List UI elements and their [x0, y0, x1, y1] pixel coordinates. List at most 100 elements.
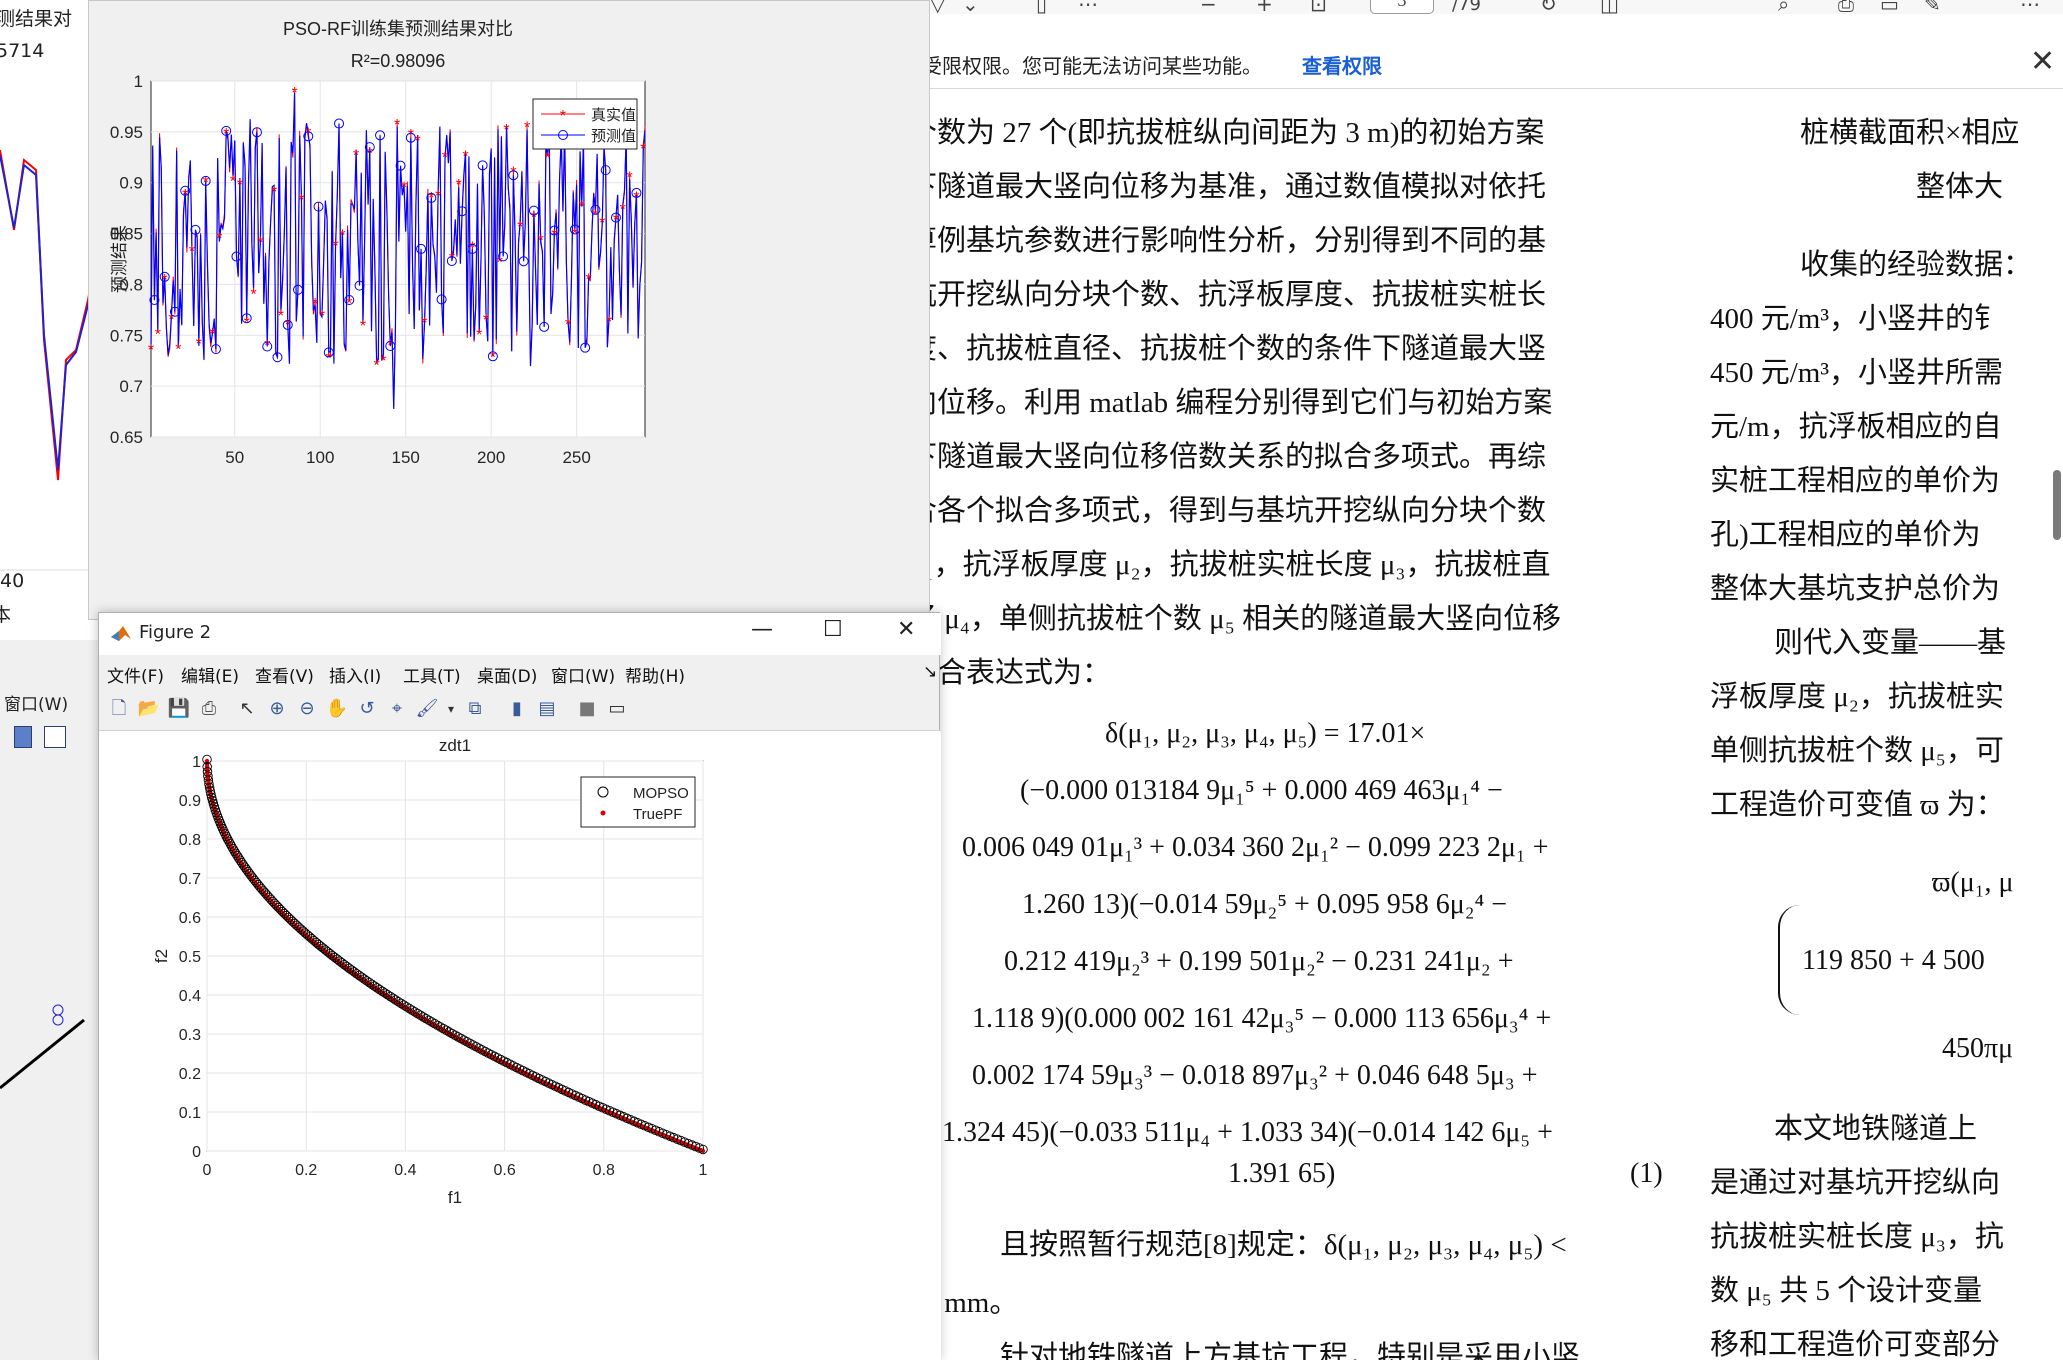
- x-tick-label: 0.2: [295, 1162, 317, 1179]
- view-permissions-link[interactable]: 查看权限: [1302, 50, 1382, 79]
- actual-marker: *: [312, 296, 318, 313]
- save-icon[interactable]: 💾: [167, 697, 191, 721]
- background-figure-window: 测结果对 5714 40 本 窗口(W): [0, 0, 100, 1360]
- equation-line: 450πμ: [1942, 1033, 2014, 1064]
- close-button[interactable]: ✕: [897, 617, 915, 642]
- actual-marker: *: [476, 327, 482, 344]
- legend-marker-truepf: [600, 810, 606, 816]
- x-tick-label: 0.6: [493, 1162, 515, 1179]
- chart-title: PSO-RF训练集预测结果对比: [283, 19, 513, 39]
- print-icon[interactable]: ⎙: [197, 697, 221, 721]
- legend-icon[interactable]: [44, 726, 66, 748]
- colorbar-icon[interactable]: [14, 726, 32, 748]
- data-cursor-icon[interactable]: ⌖: [385, 697, 409, 721]
- background-menu-window[interactable]: 窗口(W): [4, 690, 68, 715]
- equation-line: 119 850 + 4 500: [1802, 945, 1985, 976]
- page-view-icon[interactable]: ▯: [1036, 0, 1047, 14]
- y-tick-label: 0.6: [179, 910, 201, 927]
- hide-tools-icon[interactable]: ■: [575, 697, 599, 721]
- dock-arrow-icon[interactable]: ↘: [923, 662, 937, 682]
- actual-marker: *: [271, 184, 277, 201]
- menu-help[interactable]: 帮助(H): [625, 662, 685, 687]
- y-tick-label: 0.95: [110, 123, 143, 142]
- pan-icon[interactable]: ✋: [325, 697, 349, 721]
- more-icon[interactable]: ⋯: [1078, 0, 1098, 14]
- x-tick-label: 0.8: [593, 1162, 615, 1179]
- menu-desktop[interactable]: 桌面(D): [477, 662, 537, 687]
- text-line: 元/m，抗浮板相应的自: [1710, 411, 2002, 443]
- actual-marker: *: [155, 327, 161, 344]
- y-tick-label: 0.1: [179, 1105, 201, 1122]
- text-line: 整体大: [1916, 171, 2004, 203]
- menu-file[interactable]: 文件(F): [107, 662, 164, 687]
- menu-view[interactable]: 查看(V): [255, 662, 314, 687]
- menu-insert[interactable]: 插入(I): [329, 662, 381, 687]
- page-number-input[interactable]: 3: [1370, 0, 1434, 14]
- chevron-down-icon[interactable]: ⌄: [962, 0, 979, 14]
- equation-line: 0.002 174 59μ₃³ − 0.018 897μ₃² + 0.046 6…: [972, 1060, 1538, 1091]
- y-tick-label: 0.65: [110, 428, 143, 447]
- fit-page-icon[interactable]: ⊡: [1310, 0, 1327, 14]
- open-folder-icon[interactable]: 📂: [137, 697, 161, 721]
- actual-marker: *: [387, 337, 393, 354]
- actual-marker: *: [264, 338, 270, 355]
- brush-icon[interactable]: 🖌: [415, 697, 439, 721]
- colorbar-icon[interactable]: ▮: [505, 697, 529, 721]
- zoom-out-icon[interactable]: −: [1200, 0, 1217, 14]
- menu-tools[interactable]: 工具(T): [403, 662, 461, 687]
- y-axis-label: 预测结果: [110, 225, 129, 293]
- text-line: 浮板厚度 μ₂，抗拔桩实: [1710, 681, 2004, 713]
- y-tick-label: 0.7: [119, 377, 143, 396]
- actual-marker: *: [374, 358, 380, 375]
- actual-marker: *: [579, 198, 585, 215]
- x-tick-label: 150: [392, 448, 420, 467]
- equation-line: 1.118 9)(0.000 002 161 42μ₃⁵ − 0.000 113…: [972, 1003, 1552, 1034]
- menu-window[interactable]: 窗口(W): [551, 662, 615, 687]
- actual-marker: *: [524, 119, 530, 136]
- actual-marker: *: [497, 255, 503, 272]
- equation-number: (1): [1630, 1158, 1663, 1189]
- text-line: 合各个拟合多项式，得到与基坑开挖纵向分块个数: [908, 495, 1547, 527]
- actual-marker: *: [503, 122, 509, 139]
- scrollbar-thumb[interactable]: [2053, 470, 2061, 540]
- link-icon[interactable]: ⧉: [463, 697, 487, 721]
- actual-marker: *: [332, 238, 338, 255]
- actual-marker: *: [565, 316, 571, 333]
- chevron-down-icon[interactable]: ▾: [439, 697, 463, 721]
- maximize-button[interactable]: ☐: [823, 617, 843, 642]
- x-tick-label: 0.4: [394, 1162, 416, 1179]
- text-line: 径 μ₄，单侧抗拔桩个数 μ₅ 相关的隧道最大竖向位移: [908, 603, 1562, 635]
- text-line: 单侧抗拔桩个数 μ₅，可: [1710, 735, 2004, 767]
- minimize-button[interactable]: —: [751, 617, 773, 642]
- legend-icon[interactable]: ▤: [535, 697, 559, 721]
- actual-marker: *: [606, 314, 612, 331]
- y-tick-label: 0.8: [179, 832, 201, 849]
- pointer-icon[interactable]: ↖: [235, 697, 259, 721]
- menu-edit[interactable]: 编辑(E): [181, 662, 239, 687]
- background-tick-label: 40: [0, 570, 25, 592]
- window-title-bar[interactable]: Figure 2 — ☐ ✕: [99, 613, 941, 655]
- actual-marker: *: [483, 312, 489, 329]
- x-tick-label: 250: [562, 448, 590, 467]
- page-total: /79: [1452, 0, 1481, 15]
- background-label-fragment: 本: [0, 604, 12, 626]
- highlight-icon[interactable]: ▽: [930, 0, 945, 14]
- actual-marker: *: [538, 233, 544, 250]
- zoom-in-icon[interactable]: +: [1256, 0, 1273, 14]
- background-plot-lines: [0, 149, 100, 1090]
- dock-icon[interactable]: ▭: [605, 697, 629, 721]
- x-tick-label: 100: [306, 448, 334, 467]
- zoom-out-icon[interactable]: ⊖: [295, 697, 319, 721]
- rotate-icon[interactable]: ↻: [1540, 0, 1557, 14]
- new-file-icon[interactable]: 🗋: [107, 697, 131, 721]
- chart-subtitle: R²=0.98096: [351, 51, 446, 71]
- actual-marker: *: [298, 192, 304, 209]
- figure-2-window: Figure 2 — ☐ ✕ 文件(F) 编辑(E) 查看(V) 插入(I) 工…: [98, 612, 941, 1360]
- actual-marker: *: [244, 315, 250, 332]
- text-line: 收集的经验数据：: [1800, 249, 2033, 281]
- two-page-icon[interactable]: ◫: [1600, 0, 1619, 14]
- rotate-icon[interactable]: ↺: [355, 697, 379, 721]
- actual-marker: *: [339, 228, 345, 245]
- zoom-in-icon[interactable]: ⊕: [265, 697, 289, 721]
- actual-marker: *: [585, 271, 591, 288]
